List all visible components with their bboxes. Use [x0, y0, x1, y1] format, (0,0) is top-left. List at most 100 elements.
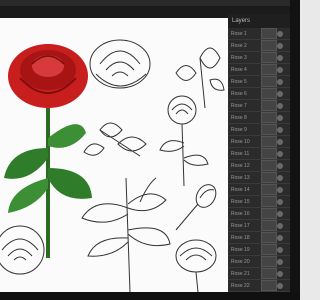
layer-name: Rose 10	[231, 138, 250, 145]
drawing-canvas[interactable]	[0, 18, 228, 292]
layer-thumbnail	[261, 232, 277, 243]
layer-thumbnail	[261, 76, 277, 87]
layer-name: Rose 1	[231, 30, 247, 37]
visibility-icon[interactable]	[277, 198, 283, 205]
layer-row[interactable]: Rose 13	[228, 172, 290, 184]
layer-name: Rose 2	[231, 42, 247, 49]
layer-name: Rose 21	[231, 270, 250, 277]
layer-name: Rose 11	[231, 150, 250, 157]
layers-panel-title: Layers	[228, 14, 290, 28]
rosebud-sketch	[175, 184, 217, 231]
visibility-icon[interactable]	[277, 90, 283, 97]
layer-thumbnail	[261, 136, 277, 147]
layers-panel: Layers Rose 1 Rose 2 Rose 3 Rose 4 Rose 5 Ros…	[228, 14, 290, 292]
layer-name: Rose 15	[231, 198, 250, 205]
layer-name: Rose 12	[231, 162, 250, 169]
layer-name: Rose 18	[231, 234, 250, 241]
visibility-icon[interactable]	[277, 222, 283, 229]
visibility-icon[interactable]	[277, 210, 283, 217]
layer-list: Rose 1 Rose 2 Rose 3 Rose 4 Rose 5 Rose 6 Rose…	[228, 28, 290, 292]
layer-thumbnail	[261, 172, 277, 183]
layer-row[interactable]: Rose 11	[228, 148, 290, 160]
visibility-icon[interactable]	[277, 162, 283, 169]
layer-thumbnail	[261, 280, 277, 291]
leaf-branch-sketch	[81, 177, 171, 292]
layer-row[interactable]: Rose 4	[228, 64, 290, 76]
layer-thumbnail	[261, 184, 277, 195]
leaf-cluster-sketch	[83, 122, 147, 157]
layer-thumbnail	[261, 208, 277, 219]
visibility-icon[interactable]	[277, 174, 283, 181]
layer-name: Rose 4	[231, 66, 247, 73]
visibility-icon[interactable]	[277, 30, 283, 37]
layer-thumbnail	[261, 52, 277, 63]
layer-name: Rose 13	[231, 174, 250, 181]
rose-sketch-top	[89, 39, 151, 89]
visibility-icon[interactable]	[277, 270, 283, 277]
layer-name: Rose 7	[231, 102, 247, 109]
visibility-icon[interactable]	[277, 138, 283, 145]
layer-thumbnail	[261, 160, 277, 171]
visibility-icon[interactable]	[277, 78, 283, 85]
layer-thumbnail	[261, 124, 277, 135]
rose-sketch-bottom-right	[175, 239, 217, 292]
layer-name: Rose 8	[231, 114, 247, 121]
layer-name: Rose 3	[231, 54, 247, 61]
layer-thumbnail	[261, 220, 277, 231]
layer-row[interactable]: Rose 8	[228, 112, 290, 124]
visibility-icon[interactable]	[277, 282, 283, 289]
visibility-icon[interactable]	[277, 66, 283, 73]
visibility-icon[interactable]	[277, 150, 283, 157]
visibility-icon[interactable]	[277, 234, 283, 241]
visibility-icon[interactable]	[277, 126, 283, 133]
layer-row[interactable]: Rose 3	[228, 52, 290, 64]
visibility-icon[interactable]	[277, 42, 283, 49]
layer-name: Rose 14	[231, 186, 250, 193]
layer-row[interactable]: Rose 2	[228, 40, 290, 52]
layer-thumbnail	[261, 244, 277, 255]
leaf-sketch-top-right	[175, 47, 225, 109]
layer-row[interactable]: Rose 21	[228, 268, 290, 280]
layer-name: Rose 6	[231, 90, 247, 97]
layer-row[interactable]: Rose 15	[228, 196, 290, 208]
visibility-icon[interactable]	[277, 186, 283, 193]
layer-name: Rose 5	[231, 78, 247, 85]
layer-row[interactable]: Rose 18	[228, 232, 290, 244]
layer-row[interactable]: Rose 16	[228, 208, 290, 220]
layer-row[interactable]: Rose 12	[228, 160, 290, 172]
layer-row[interactable]: Rose 20	[228, 256, 290, 268]
visibility-icon[interactable]	[277, 114, 283, 121]
layer-name: Rose 17	[231, 222, 250, 229]
visibility-icon[interactable]	[277, 258, 283, 265]
layer-thumbnail	[261, 88, 277, 99]
rose-sketch-middle-right	[159, 95, 209, 187]
layer-row[interactable]: Rose 9	[228, 124, 290, 136]
layer-name: Rose 9	[231, 126, 247, 133]
layer-row[interactable]: Rose 1	[228, 28, 290, 40]
layer-thumbnail	[261, 40, 277, 51]
layer-thumbnail	[261, 28, 277, 39]
layer-row[interactable]: Rose 19	[228, 244, 290, 256]
rose-sketch-bottom-left	[0, 225, 45, 275]
visibility-icon[interactable]	[277, 54, 283, 61]
layer-row[interactable]: Rose 6	[228, 88, 290, 100]
layer-row[interactable]: Rose 7	[228, 100, 290, 112]
device-top-edge	[0, 0, 300, 6]
layer-thumbnail	[261, 100, 277, 111]
layer-thumbnail	[261, 112, 277, 123]
layer-thumbnail	[261, 256, 277, 267]
layer-name: Rose 20	[231, 258, 250, 265]
layer-row[interactable]: Rose 17	[228, 220, 290, 232]
layer-thumbnail	[261, 148, 277, 159]
visibility-icon[interactable]	[277, 246, 283, 253]
layer-row[interactable]: Rose 22	[228, 280, 290, 292]
layer-row[interactable]: Rose 10	[228, 136, 290, 148]
layer-thumbnail	[261, 268, 277, 279]
layer-name: Rose 16	[231, 210, 250, 217]
layer-name: Rose 22	[231, 282, 250, 289]
layer-name: Rose 19	[231, 246, 250, 253]
visibility-icon[interactable]	[277, 102, 283, 109]
layer-row[interactable]: Rose 14	[228, 184, 290, 196]
layer-row[interactable]: Rose 5	[228, 76, 290, 88]
rose-illustrations	[0, 39, 225, 292]
